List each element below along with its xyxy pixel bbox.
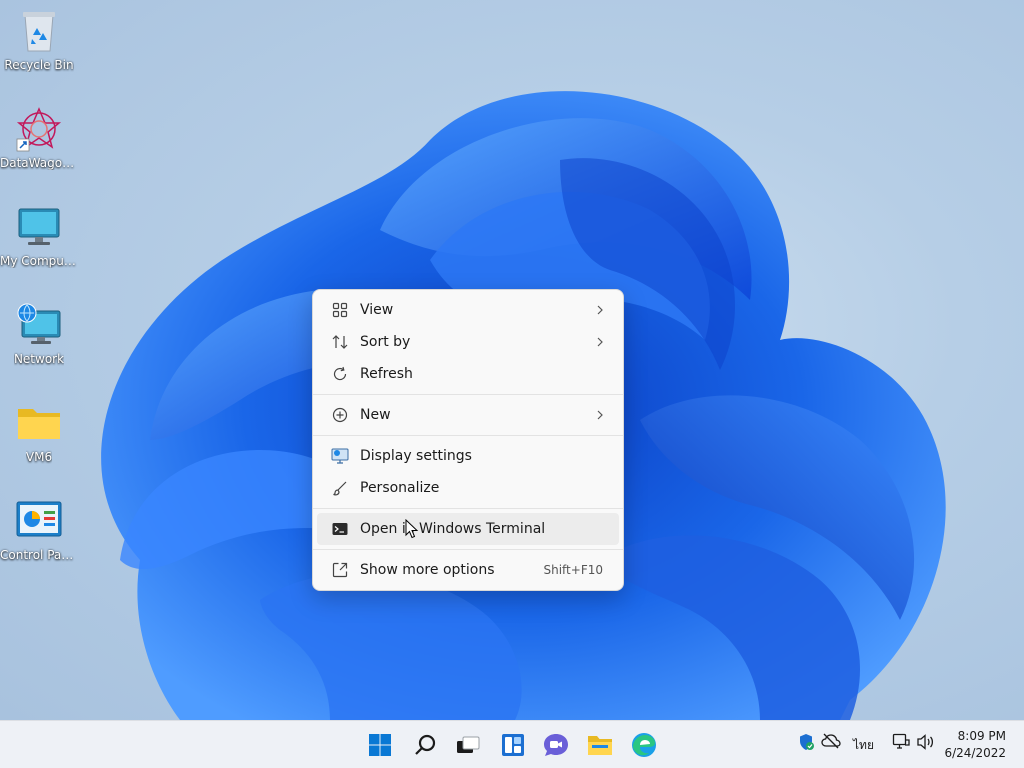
widgets-icon (502, 734, 524, 756)
terminal-icon (331, 520, 349, 538)
menu-separator (313, 394, 623, 395)
task-view-icon (457, 736, 480, 753)
desktop-icon-label: DataWagon... (0, 156, 78, 170)
display-settings-icon (331, 447, 349, 465)
menu-item-refresh[interactable]: Refresh (317, 358, 619, 390)
menu-separator (313, 549, 623, 550)
desktop-icon-my-computer[interactable]: My Computer (0, 204, 78, 268)
speaker-icon (917, 734, 934, 750)
edge-button[interactable] (626, 727, 662, 763)
file-explorer-icon (588, 736, 612, 755)
desktop-icon-vm6[interactable]: VM6 (0, 400, 78, 464)
cloud-off-icon (821, 733, 841, 749)
menu-item-sort-by[interactable]: Sort by (317, 326, 619, 358)
refresh-icon (331, 365, 349, 383)
menu-separator (313, 435, 623, 436)
menu-item-personalize[interactable]: Personalize (317, 472, 619, 504)
menu-item-label: New (360, 407, 391, 423)
clock-time: 8:09 PM (957, 729, 1006, 743)
chevron-right-icon (593, 410, 603, 420)
chevron-right-icon (593, 305, 603, 315)
chevron-right-icon (593, 337, 603, 347)
menu-item-label: Display settings (360, 448, 472, 464)
onedrive-tray-button[interactable] (821, 733, 841, 749)
desktop-icon-recycle-bin[interactable]: Recycle Bin (0, 8, 78, 72)
menu-item-label: Personalize (360, 480, 440, 496)
volume-tray-button[interactable] (916, 733, 936, 751)
menu-item-label: Sort by (360, 334, 411, 350)
plus-circle-icon (331, 406, 349, 424)
shield-check-icon (800, 734, 814, 750)
menu-item-new[interactable]: New (317, 399, 619, 431)
desktop-icon-network[interactable]: Network (0, 302, 78, 366)
menu-item-label: Open in Windows Terminal (360, 521, 546, 537)
desktop-icon-label: Recycle Bin (4, 58, 74, 72)
taskbar: ไทย 8:09 PM 6/24/2022 (0, 720, 1024, 768)
ethernet-icon (892, 733, 910, 749)
desktop[interactable]: Recycle Bin DataWagon... My Computer Net… (0, 0, 1024, 720)
folder-icon (16, 400, 62, 446)
taskbar-clock[interactable]: 8:09 PM 6/24/2022 (944, 728, 1006, 762)
menu-item-label: View (360, 302, 394, 318)
brush-icon (331, 479, 349, 497)
menu-item-open-windows-terminal[interactable]: Open in Windows Terminal (317, 513, 619, 545)
menu-item-view[interactable]: View (317, 294, 619, 326)
search-button[interactable] (407, 727, 443, 763)
file-explorer-button[interactable] (582, 727, 618, 763)
task-view-button[interactable] (450, 727, 486, 763)
desktop-icon-label: Control Panel (0, 548, 78, 562)
menu-item-label: Show more options (360, 562, 495, 578)
chat-button[interactable] (538, 727, 574, 763)
mouse-cursor-icon (405, 519, 419, 539)
my-computer-icon (16, 204, 62, 250)
language-indicator[interactable]: ไทย (853, 736, 874, 755)
network-tray-button[interactable] (892, 733, 910, 751)
desktop-icon-control-panel[interactable]: Control Panel (0, 498, 78, 562)
sort-icon (331, 333, 349, 351)
menu-item-show-more-options[interactable]: Show more options Shift+F10 (317, 554, 619, 586)
menu-item-shortcut: Shift+F10 (543, 563, 603, 577)
chat-icon (544, 734, 568, 756)
show-more-icon (331, 561, 349, 579)
network-icon (16, 302, 62, 348)
menu-item-label: Refresh (360, 366, 413, 382)
search-icon (415, 734, 436, 755)
security-tray-button[interactable] (797, 733, 815, 751)
widgets-button[interactable] (495, 727, 531, 763)
desktop-icon-label: My Computer (0, 254, 78, 268)
menu-item-display-settings[interactable]: Display settings (317, 440, 619, 472)
start-button[interactable] (362, 727, 398, 763)
desktop-icon-label: VM6 (25, 450, 53, 464)
desktop-icon-label: Network (13, 352, 65, 366)
desktop-context-menu: View Sort by Refresh New Display setting… (312, 289, 624, 591)
start-icon (369, 734, 391, 756)
clock-date: 6/24/2022 (944, 746, 1006, 760)
recycle-bin-icon (16, 8, 62, 54)
control-panel-icon (16, 498, 62, 544)
desktop-icon-datawagon[interactable]: DataWagon... (0, 106, 78, 170)
grid-view-icon (331, 301, 349, 319)
datawagon-icon (16, 106, 62, 152)
menu-separator (313, 508, 623, 509)
edge-icon (632, 733, 656, 757)
